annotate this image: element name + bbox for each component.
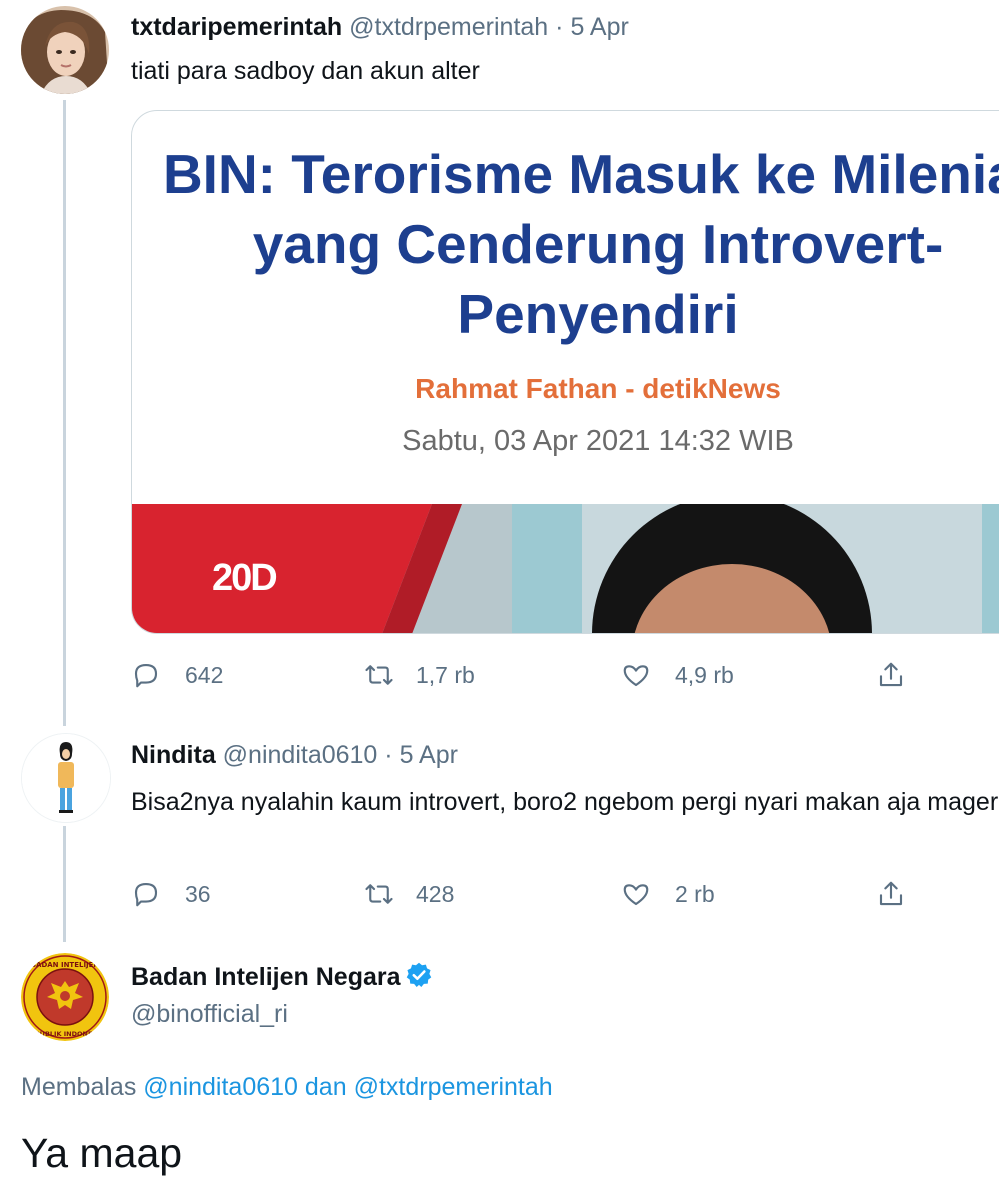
tweet-actions: 642 1,7 rb 4,9 rb <box>131 657 991 693</box>
svg-text:REPUBLIK INDONESIA: REPUBLIK INDONESIA <box>25 1030 104 1038</box>
retweet-button[interactable]: 1,7 rb <box>364 657 475 693</box>
like-count: 4,9 rb <box>675 661 734 688</box>
card-date: Sabtu, 03 Apr 2021 14:32 WIB <box>402 425 794 457</box>
avatar-bin[interactable]: BADAN INTELIJEN REPUBLIK INDONESIA <box>21 953 109 1041</box>
heart-icon <box>621 879 651 909</box>
avatar-nindita[interactable] <box>21 733 111 823</box>
thread-line-2 <box>63 826 66 942</box>
author-handle[interactable]: @nindita0610 <box>223 741 378 769</box>
link-card[interactable]: BIN: Terorisme Masuk ke Milenial yang Ce… <box>131 110 999 634</box>
replying-to: Membalas @nindita0610 dan @txtdrpemerint… <box>21 1073 553 1102</box>
share-button[interactable] <box>876 657 906 693</box>
retweet-count: 428 <box>416 880 455 907</box>
tweet-text: Bisa2nya nyalahin kaum introvert, boro2 … <box>131 788 999 816</box>
separator: · <box>384 741 393 769</box>
reply-icon <box>131 660 161 690</box>
author-name[interactable]: Nindita <box>131 741 216 769</box>
author-name[interactable]: Badan Intelijen Negara <box>131 963 401 991</box>
reply-button[interactable]: 36 <box>131 876 211 912</box>
separator: · <box>555 13 564 41</box>
share-button[interactable] <box>876 876 906 912</box>
share-icon <box>876 660 906 690</box>
replying-joiner: dan <box>304 1073 347 1101</box>
card-headline: BIN: Terorisme Masuk ke Milenial yang Ce… <box>162 143 999 345</box>
bin-logo: BADAN INTELIJEN REPUBLIK INDONESIA <box>21 953 109 1041</box>
tweet-actions: 36 428 2 rb <box>131 876 991 912</box>
retweet-icon <box>364 879 394 909</box>
retweet-icon <box>364 660 394 690</box>
tweet-header: Nindita @nindita0610 · 5 Apr <box>131 740 458 770</box>
mention-link[interactable]: @txtdrpemerintah <box>354 1073 553 1101</box>
svg-text:BADAN INTELIJEN: BADAN INTELIJEN <box>31 961 100 969</box>
reply-button[interactable]: 642 <box>131 657 223 693</box>
tweet-date[interactable]: 5 Apr <box>570 13 628 41</box>
main-tweet-header: Badan Intelijen Negara <box>131 961 433 996</box>
author-handle[interactable]: @txtdrpemerintah <box>349 13 548 41</box>
avatar-txtdaripemerintah[interactable] <box>21 6 109 94</box>
reply-count: 36 <box>185 880 211 907</box>
tweet-text: tiati para sadboy dan akun alter <box>131 57 480 85</box>
card-logo: 20D <box>212 557 278 599</box>
profile-illustration <box>22 734 110 822</box>
tweet-header: txtdaripemerintah @txtdrpemerintah · 5 A… <box>131 12 629 42</box>
mention-link[interactable]: @nindita0610 <box>143 1073 298 1101</box>
reply-count: 642 <box>185 661 224 688</box>
like-button[interactable]: 4,9 rb <box>621 657 734 693</box>
profile-photo <box>21 6 109 94</box>
author-name[interactable]: txtdaripemerintah <box>131 13 342 41</box>
tweet-date[interactable]: 5 Apr <box>400 741 458 769</box>
thread-line-1 <box>63 100 66 726</box>
like-button[interactable]: 2 rb <box>621 876 715 912</box>
tweet-thread: txtdaripemerintah @txtdrpemerintah · 5 A… <box>0 0 999 1200</box>
card-author: Rahmat Fathan - detikNews <box>415 373 781 404</box>
replying-prefix: Membalas <box>21 1073 137 1101</box>
share-icon <box>876 879 906 909</box>
author-handle[interactable]: @binofficial_ri <box>131 1000 288 1028</box>
main-tweet-handle: @binofficial_ri <box>131 999 288 1029</box>
heart-icon <box>621 660 651 690</box>
like-count: 2 rb <box>675 880 715 907</box>
retweet-count: 1,7 rb <box>416 661 475 688</box>
retweet-button[interactable]: 428 <box>364 876 454 912</box>
verified-badge-icon <box>405 961 433 996</box>
main-tweet-text: Ya maap <box>21 1130 183 1176</box>
reply-icon <box>131 879 161 909</box>
